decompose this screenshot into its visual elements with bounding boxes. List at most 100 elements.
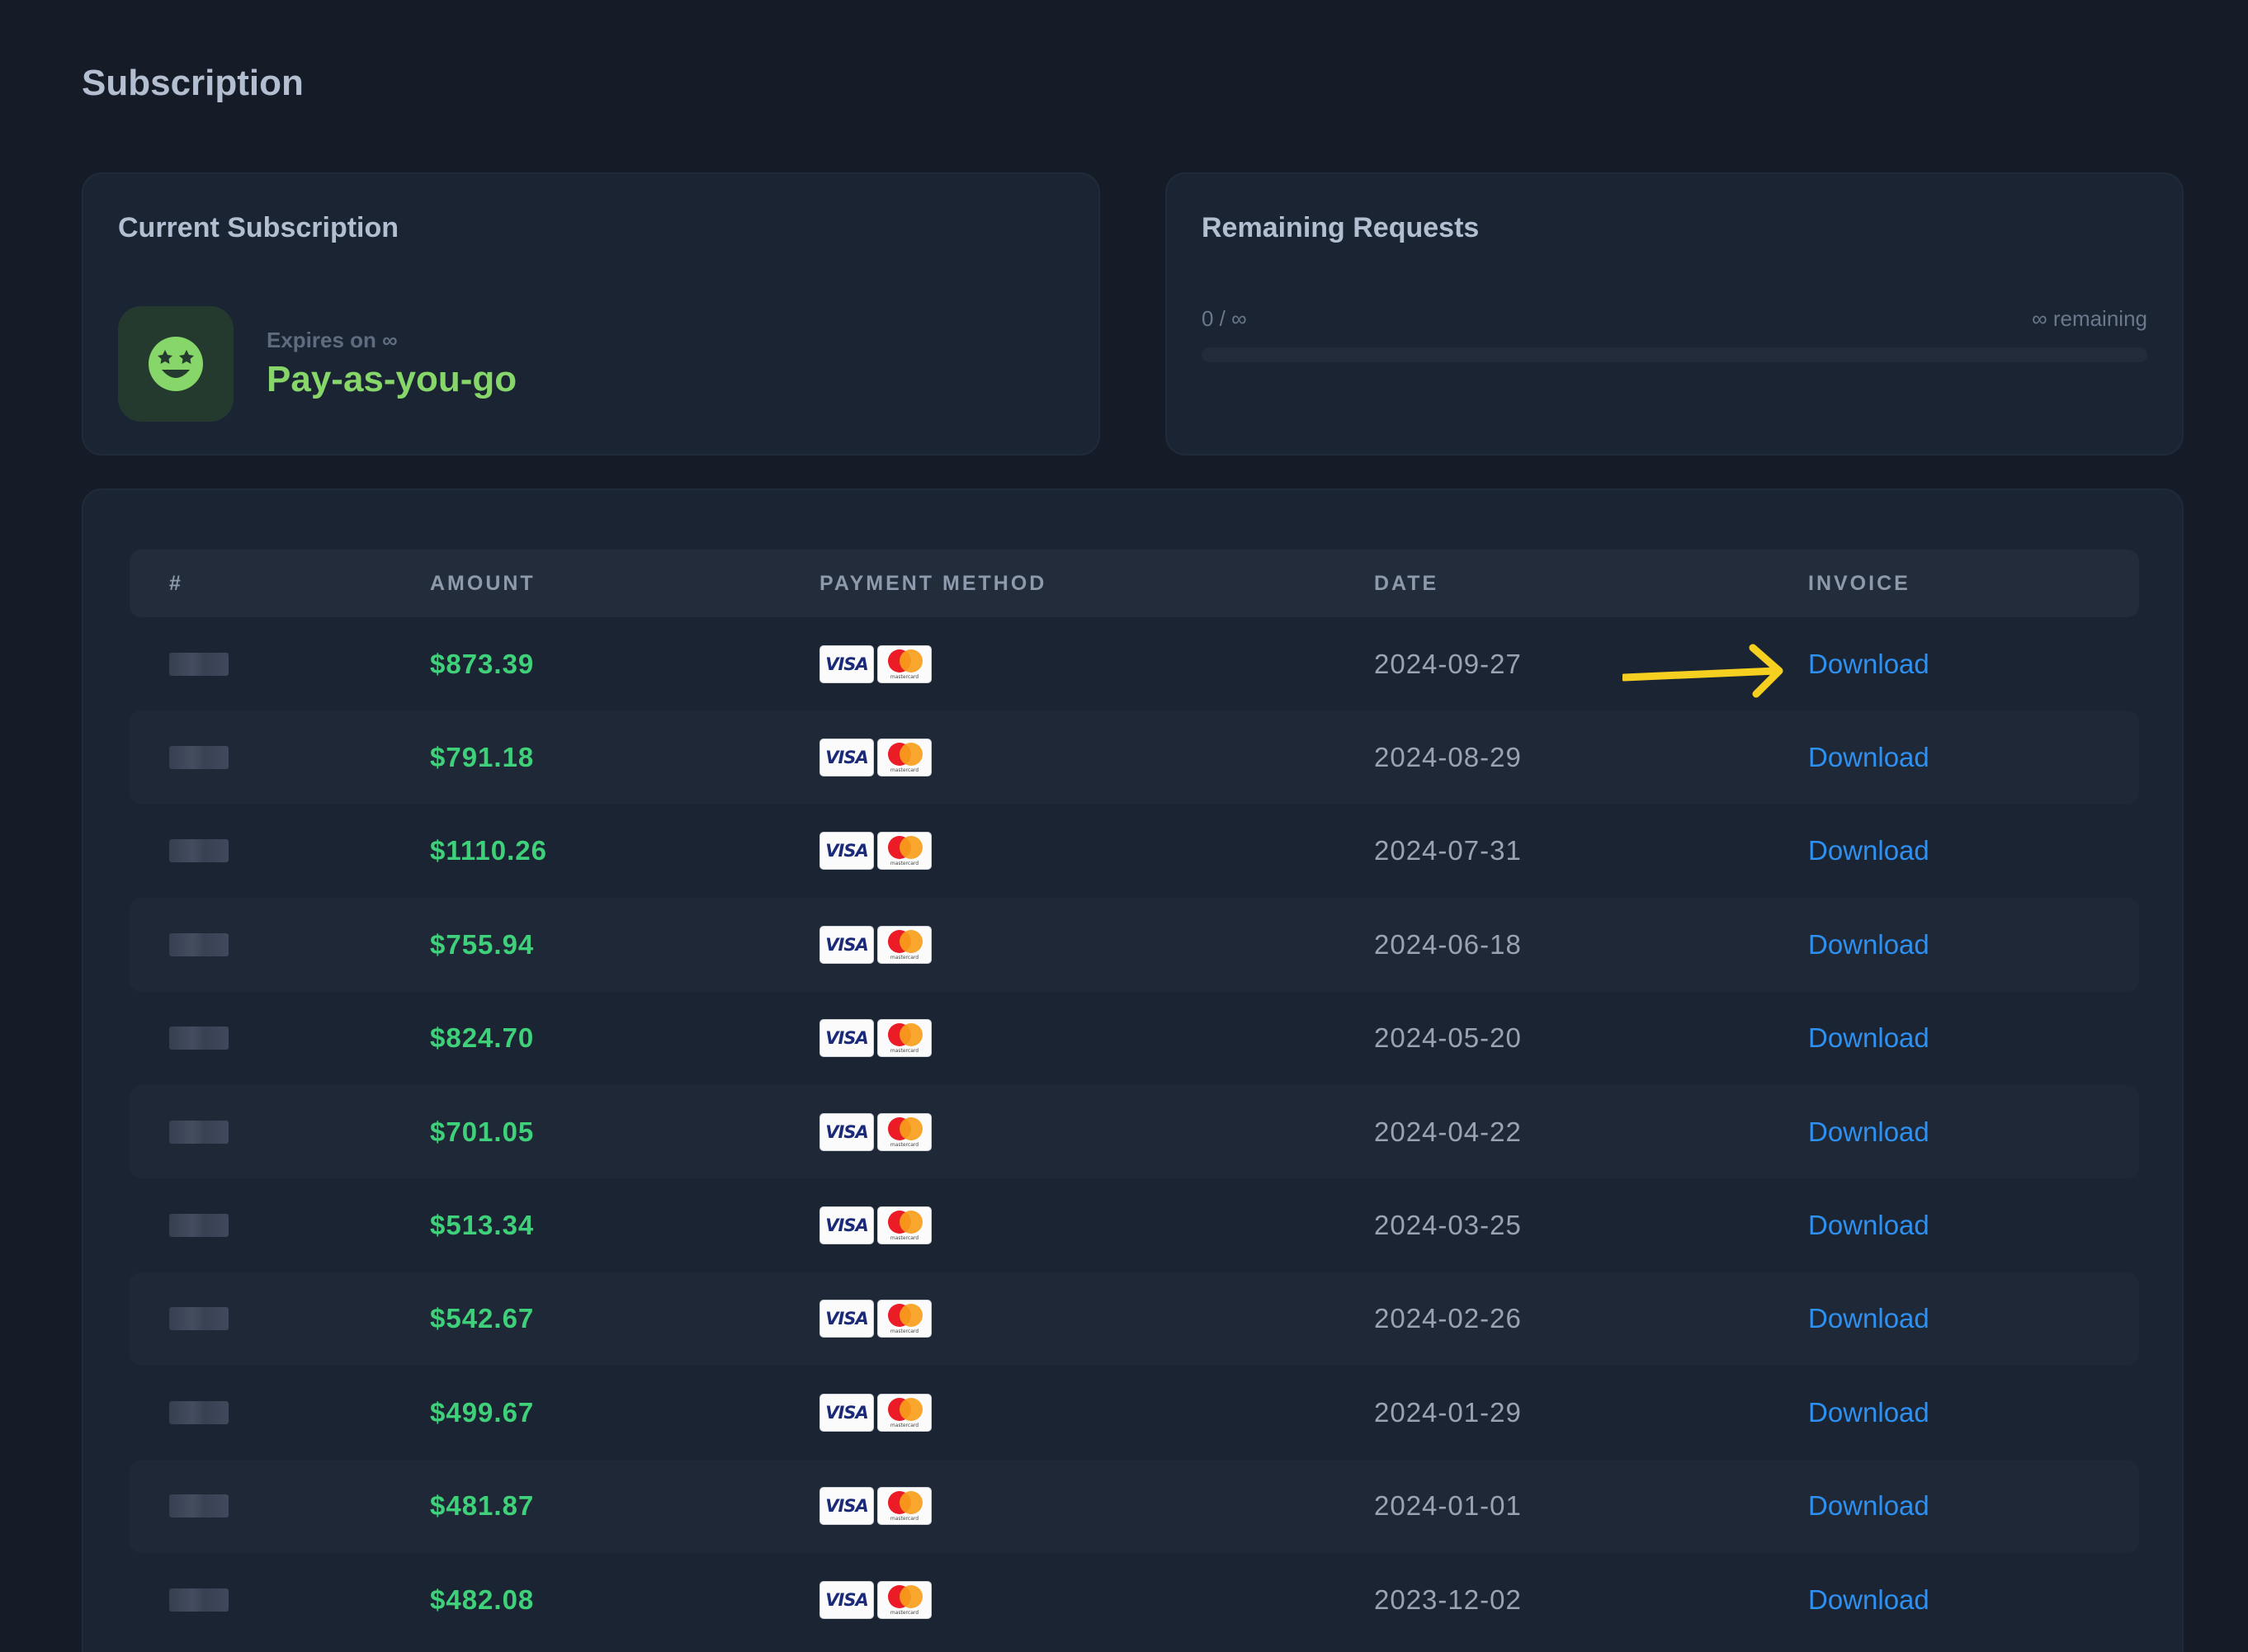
billing-history-card: # AMOUNT PAYMENT METHOD DATE INVOICE $87… [82, 489, 2184, 1652]
row-date: 2024-08-29 [1374, 742, 1522, 773]
redacted-id [169, 1588, 229, 1612]
row-id-redacted [169, 1460, 229, 1553]
row-amount: $481.87 [430, 1490, 535, 1522]
visa-icon: VISA [819, 1019, 874, 1058]
visa-label: VISA [825, 841, 868, 861]
download-invoice-link[interactable]: Download [1808, 1178, 1929, 1272]
download-invoice-link[interactable]: Download [1808, 1553, 1929, 1646]
visa-label: VISA [825, 1496, 868, 1517]
mastercard-label: mastercard [890, 954, 919, 961]
table-row: $701.05 VISA mastercard 2024-04-22 Downl… [130, 1084, 2139, 1179]
row-payment-method: VISA mastercard [819, 1272, 932, 1366]
download-invoice-link[interactable]: Download [1808, 617, 1929, 710]
row-date: 2024-01-29 [1374, 1396, 1522, 1428]
row-payment-method: VISA mastercard [819, 710, 932, 804]
visa-label: VISA [825, 934, 868, 955]
page-title: Subscription [82, 63, 304, 103]
row-payment-method: VISA mastercard [819, 1460, 932, 1553]
visa-icon: VISA [819, 739, 874, 777]
visa-icon: VISA [819, 644, 874, 683]
redacted-id [169, 652, 229, 676]
row-date: 2024-02-26 [1374, 1303, 1522, 1334]
expires-label: Expires on ∞ [267, 328, 398, 352]
row-amount: $513.34 [430, 1210, 535, 1241]
row-payment-method: VISA mastercard [819, 1366, 932, 1459]
row-amount: $701.05 [430, 1116, 535, 1147]
plan-name: Pay-as-you-go [267, 359, 517, 399]
row-amount: $791.18 [430, 742, 535, 773]
redacted-id [169, 1307, 229, 1331]
row-date: 2024-09-27 [1374, 648, 1522, 679]
row-amount: $873.39 [430, 648, 535, 679]
mastercard-label: mastercard [890, 767, 919, 774]
subscription-page: Subscription Current Subscription Expire… [0, 0, 2248, 1652]
table-row: $482.08 VISA mastercard 2023-12-02 Downl… [130, 1553, 2139, 1646]
mastercard-label: mastercard [890, 1329, 919, 1335]
mastercard-icon: mastercard [877, 1580, 932, 1619]
redacted-id [169, 746, 229, 770]
redacted-id [169, 1494, 229, 1518]
visa-label: VISA [825, 1589, 868, 1610]
current-subscription-card: Current Subscription Expires on ∞ Pay-as… [82, 172, 1100, 455]
visa-icon: VISA [819, 1580, 874, 1619]
table-row: $513.34 VISA mastercard 2024-03-25 Downl… [130, 1178, 2139, 1272]
row-id-redacted [169, 1085, 229, 1178]
remaining-requests-title: Remaining Requests [1202, 212, 1480, 243]
download-invoice-link[interactable]: Download [1808, 710, 1929, 804]
table-row: $499.67 VISA mastercard 2024-01-29 Downl… [130, 1366, 2139, 1459]
row-date: 2024-01-01 [1374, 1490, 1522, 1522]
header-payment-method: PAYMENT METHOD [819, 572, 1047, 595]
mastercard-icon: mastercard [877, 1393, 932, 1432]
download-invoice-link[interactable]: Download [1808, 992, 1929, 1085]
mastercard-icon: mastercard [877, 739, 932, 777]
row-payment-method: VISA mastercard [819, 992, 932, 1085]
visa-label: VISA [825, 1402, 868, 1423]
row-payment-method: VISA mastercard [819, 1085, 932, 1178]
table-row: $791.18 VISA mastercard 2024-08-29 Downl… [130, 710, 2139, 805]
row-payment-method: VISA mastercard [819, 898, 932, 991]
row-id-redacted [169, 992, 229, 1085]
header-id: # [169, 572, 183, 595]
row-id-redacted [169, 805, 229, 898]
table-row: $824.70 VISA mastercard 2024-05-20 Downl… [130, 992, 2139, 1085]
table-body: $873.39 VISA mastercard 2024-09-27 Downl… [130, 617, 2139, 1646]
mastercard-label: mastercard [890, 673, 919, 680]
download-invoice-link[interactable]: Download [1808, 1085, 1929, 1178]
visa-label: VISA [825, 748, 868, 768]
mastercard-label: mastercard [890, 1048, 919, 1055]
row-payment-method: VISA mastercard [819, 805, 932, 898]
row-date: 2023-12-02 [1374, 1584, 1522, 1615]
row-id-redacted [169, 710, 229, 804]
visa-label: VISA [825, 1028, 868, 1049]
visa-label: VISA [825, 1215, 868, 1236]
download-invoice-link[interactable]: Download [1808, 898, 1929, 991]
row-payment-method: VISA mastercard [819, 1178, 932, 1272]
visa-label: VISA [825, 1309, 868, 1329]
download-invoice-link[interactable]: Download [1808, 1460, 1929, 1553]
mastercard-label: mastercard [890, 1235, 919, 1242]
row-amount: $824.70 [430, 1022, 535, 1054]
row-id-redacted [169, 1553, 229, 1646]
mastercard-icon: mastercard [877, 1487, 932, 1526]
visa-icon: VISA [819, 1487, 874, 1526]
redacted-id [169, 1027, 229, 1050]
row-id-redacted [169, 898, 229, 991]
mastercard-icon: mastercard [877, 1206, 932, 1245]
redacted-id [169, 1214, 229, 1238]
visa-icon: VISA [819, 1300, 874, 1338]
download-invoice-link[interactable]: Download [1808, 1272, 1929, 1366]
row-date: 2024-06-18 [1374, 928, 1522, 960]
row-id-redacted [169, 617, 229, 710]
visa-icon: VISA [819, 832, 874, 871]
download-invoice-link[interactable]: Download [1808, 1366, 1929, 1459]
row-date: 2024-07-31 [1374, 835, 1522, 866]
current-subscription-title: Current Subscription [118, 212, 399, 243]
row-id-redacted [169, 1272, 229, 1366]
header-amount: AMOUNT [430, 572, 536, 595]
mastercard-label: mastercard [890, 1141, 919, 1148]
visa-icon: VISA [819, 925, 874, 964]
row-amount: $482.08 [430, 1584, 535, 1615]
redacted-id [169, 1400, 229, 1424]
download-invoice-link[interactable]: Download [1808, 805, 1929, 898]
mastercard-icon: mastercard [877, 1300, 932, 1338]
